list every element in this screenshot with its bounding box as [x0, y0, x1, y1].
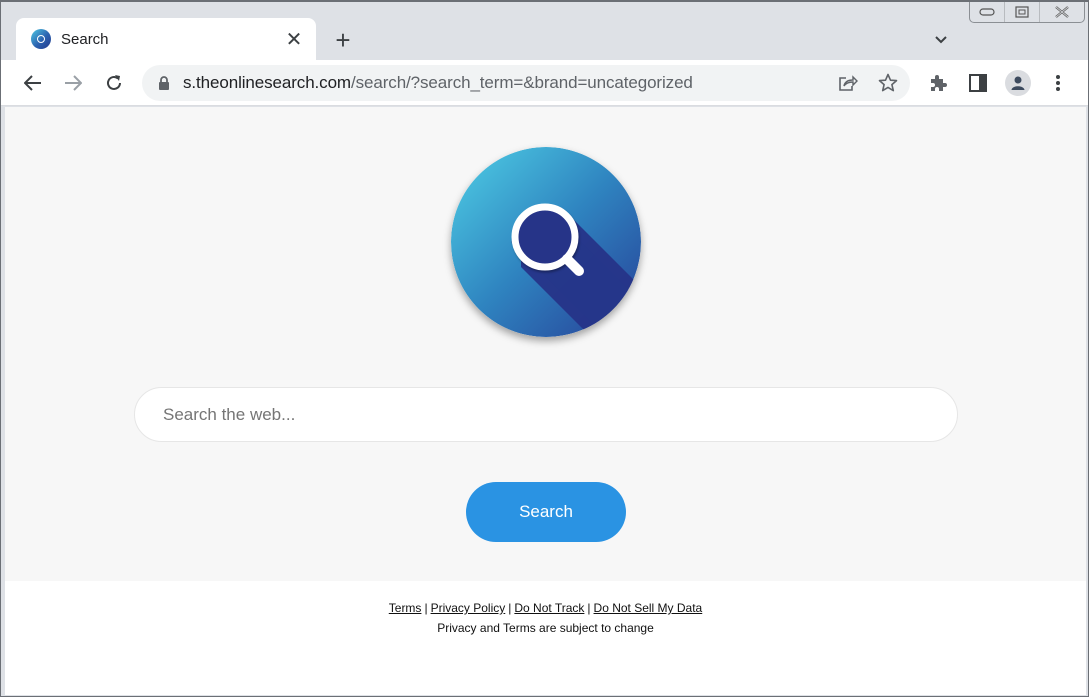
favicon-icon — [31, 29, 51, 49]
minimize-button[interactable] — [970, 2, 1005, 22]
window-controls — [969, 2, 1085, 23]
url-text[interactable]: s.theonlinesearch.com/search/?search_ter… — [183, 73, 693, 93]
page-content: Search Terms|Privacy Policy|Do Not Track… — [5, 107, 1086, 695]
search-logo-icon — [451, 147, 641, 337]
chevron-down-icon[interactable] — [929, 28, 953, 52]
reload-icon[interactable] — [100, 69, 128, 97]
browser-window: Search ✕ + s.theonlinesearch.com/search/… — [0, 0, 1089, 697]
privacy-policy-link[interactable]: Privacy Policy — [431, 601, 506, 615]
separator: | — [587, 601, 591, 615]
separator: | — [424, 601, 428, 615]
side-panel-icon[interactable] — [964, 69, 992, 97]
footer-links: Terms | Privacy Policy | Do Not Track | Do Not… — [5, 601, 1086, 615]
kebab-menu-icon[interactable] — [1044, 69, 1072, 97]
tab-title: Search — [61, 30, 109, 48]
do-not-sell-link[interactable]: Do Not Sell My Data — [594, 601, 703, 615]
puzzle-icon[interactable] — [924, 69, 952, 97]
search-input[interactable] — [134, 387, 958, 442]
star-icon[interactable] — [876, 71, 900, 95]
footer-note: Privacy and Terms are subject to change — [437, 621, 654, 635]
footer: Terms | Privacy Policy | Do Not Track | Do Not… — [5, 601, 1086, 635]
url-host: s.theonlinesearch.com — [183, 73, 351, 92]
browser-toolbar: s.theonlinesearch.com/search/?search_ter… — [1, 60, 1088, 106]
new-tab-button[interactable]: + — [329, 25, 357, 55]
forward-arrow-icon[interactable] — [59, 69, 87, 97]
avatar — [1005, 70, 1031, 96]
tab-search[interactable]: Search ✕ — [16, 18, 316, 60]
profile-icon[interactable] — [1004, 69, 1032, 97]
close-window-button[interactable] — [1040, 2, 1084, 22]
address-bar[interactable]: s.theonlinesearch.com/search/?search_ter… — [142, 65, 910, 101]
do-not-track-link[interactable]: Do Not Track — [514, 601, 584, 615]
tab-strip: Search ✕ + — [1, 2, 1088, 60]
close-tab-icon[interactable]: ✕ — [282, 27, 306, 51]
terms-link[interactable]: Terms — [389, 601, 422, 615]
hero-section: Search — [5, 107, 1086, 581]
separator: | — [508, 601, 512, 615]
url-path: /search/?search_term=&brand=uncategorize… — [351, 73, 693, 92]
search-button[interactable]: Search — [466, 482, 626, 542]
back-arrow-icon[interactable] — [19, 69, 47, 97]
share-icon[interactable] — [836, 71, 860, 95]
restore-button[interactable] — [1005, 2, 1040, 22]
lock-icon[interactable] — [157, 75, 171, 91]
